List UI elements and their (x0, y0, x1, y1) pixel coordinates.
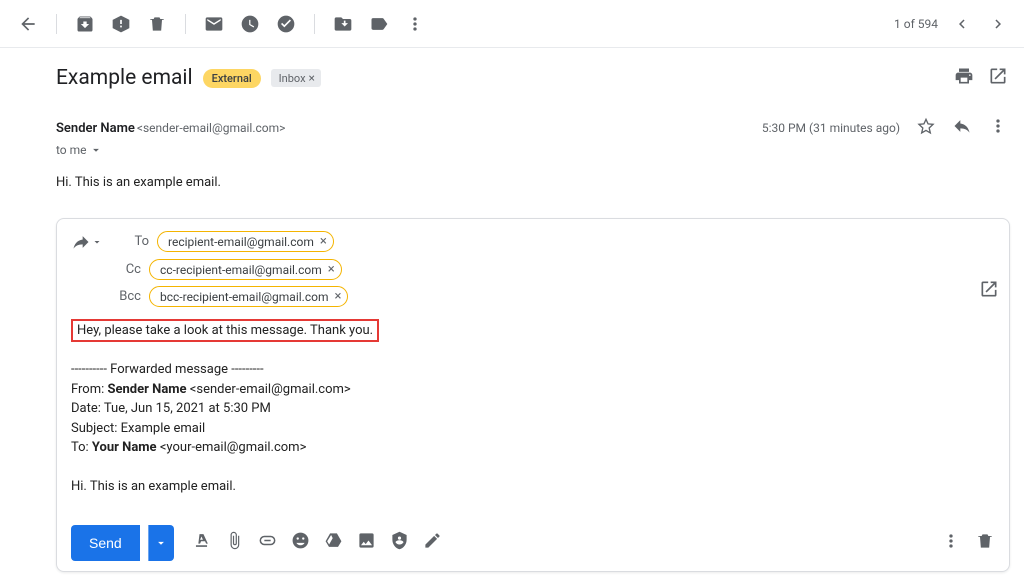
fwd-divider: ---------- Forwarded message --------- (71, 360, 995, 380)
move-to-icon[interactable] (325, 6, 361, 42)
chevron-down-icon (91, 236, 103, 248)
toolbar: 1 of 594 (0, 0, 1024, 48)
delete-icon[interactable] (139, 6, 175, 42)
inbox-badge-label: Inbox (279, 72, 306, 85)
close-icon[interactable]: × (335, 289, 342, 304)
back-icon[interactable] (10, 6, 46, 42)
more-icon[interactable] (397, 6, 433, 42)
to-line[interactable]: to me (56, 143, 1008, 157)
compose-toolbar: Send (71, 525, 995, 561)
page-title: Example email (56, 66, 193, 90)
cc-chip[interactable]: cc-recipient-email@gmail.com × (149, 259, 342, 280)
next-icon[interactable] (980, 6, 1016, 42)
sender-block: Sender Name <sender-email@gmail.com> 5:3… (56, 116, 1008, 190)
separator (56, 14, 57, 34)
close-icon[interactable]: × (309, 71, 315, 85)
confidential-icon[interactable] (390, 531, 409, 554)
send-options-button[interactable] (148, 525, 174, 561)
close-icon[interactable]: × (320, 234, 327, 249)
sender-name: Sender Name (56, 121, 135, 136)
separator (185, 14, 186, 34)
formatting-icon[interactable] (192, 531, 211, 554)
external-badge: External (203, 69, 261, 88)
chevron-down-icon (89, 143, 103, 157)
close-icon[interactable]: × (328, 262, 335, 277)
separator (314, 14, 315, 34)
report-spam-icon[interactable] (103, 6, 139, 42)
send-button[interactable]: Send (71, 525, 140, 561)
cc-label: Cc (103, 262, 141, 277)
to-label: To (111, 234, 149, 249)
signature-icon[interactable] (423, 531, 442, 554)
to-chip[interactable]: recipient-email@gmail.com × (157, 231, 334, 252)
subject-row: Example email External Inbox × (56, 66, 1008, 90)
link-icon[interactable] (258, 531, 277, 554)
sender-address: <sender-email@gmail.com> (137, 121, 286, 135)
message-count: 1 of 594 (894, 17, 938, 31)
attach-icon[interactable] (225, 531, 244, 554)
snooze-icon[interactable] (232, 6, 268, 42)
forwarded-content[interactable]: ---------- Forwarded message --------- F… (71, 360, 995, 497)
compose-box: To recipient-email@gmail.com × Cc cc-rec… (56, 218, 1010, 572)
timestamp: 5:30 PM (31 minutes ago) (762, 121, 900, 135)
bcc-label: Bcc (103, 289, 141, 304)
discard-icon[interactable] (975, 531, 995, 555)
emoji-icon[interactable] (291, 531, 310, 554)
bcc-chip[interactable]: bcc-recipient-email@gmail.com × (149, 286, 348, 307)
more-icon[interactable] (988, 116, 1008, 140)
more-icon[interactable] (941, 531, 961, 555)
archive-icon[interactable] (67, 6, 103, 42)
prev-icon[interactable] (944, 6, 980, 42)
image-icon[interactable] (357, 531, 376, 554)
print-icon[interactable] (954, 66, 974, 90)
mark-unread-icon[interactable] (196, 6, 232, 42)
compose-message-highlight[interactable]: Hey, please take a look at this message.… (71, 319, 379, 342)
popout-icon[interactable] (988, 66, 1008, 90)
forward-icon[interactable] (71, 232, 103, 252)
star-icon[interactable] (916, 116, 936, 140)
add-to-tasks-icon[interactable] (268, 6, 304, 42)
email-body: Hi. This is an example email. (56, 175, 1008, 190)
fwd-body-text: Hi. This is an example email. (71, 477, 995, 497)
inbox-badge[interactable]: Inbox × (271, 69, 321, 87)
drive-icon[interactable] (324, 531, 343, 554)
labels-icon[interactable] (361, 6, 397, 42)
reply-icon[interactable] (952, 116, 972, 140)
popout-icon[interactable] (979, 279, 999, 303)
